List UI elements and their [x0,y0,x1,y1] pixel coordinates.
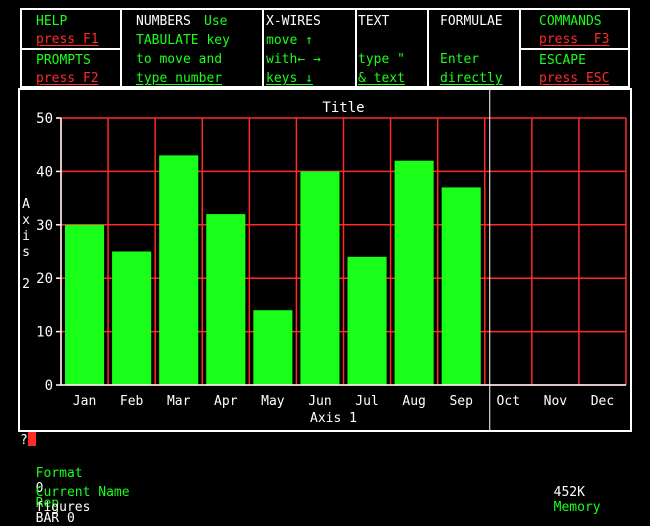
xwires-line-1: move ↑ [266,33,313,48]
x-tick-label: Oct [497,394,520,409]
prompts-heading: PROMPTS [36,53,91,68]
y-axis-label-char: x [22,213,30,228]
x-tick-label: Jan [73,394,96,409]
text-line-1: type " [358,52,405,67]
chart-title: Title [322,100,364,116]
numbers-line-1: TABULATE key [136,33,230,48]
text-heading: TEXT [358,14,390,29]
y-tick-label: 30 [36,218,53,234]
x-tick-label: May [261,394,285,409]
bar-mar [159,155,199,385]
formulae-heading: FORMULAE [440,14,503,29]
numbers-line-2: to move and [136,52,223,67]
x-axis-label: Axis 1 [310,411,357,426]
prompts-key-hint[interactable]: press F2 [36,69,99,88]
escape-heading: ESCAPE [539,53,586,68]
bar-jan [65,224,105,385]
numbers-line-3: type number [136,71,223,86]
x-tick-label: Aug [402,394,425,409]
xwires-heading: X-WIRES [266,14,321,29]
formulae-line-2: directly [440,71,503,86]
memory-status: 452K Memory [538,470,601,515]
current-name-label: Current Name [35,485,130,500]
x-tick-label: Dec [591,394,614,409]
xwires-line-2: with← → [266,52,321,67]
y-tick-label: 20 [36,271,53,287]
memory-label: Memory [553,500,601,515]
bar-jun [300,171,340,385]
formulae-line-1: Enter [440,52,480,67]
bar-may [253,310,293,385]
y-axis-label-char: i [22,229,30,244]
xwires-line-3: keys ↓ [266,71,313,86]
bar-apr [206,214,246,385]
bar-sep [441,187,481,385]
text-line-2: & text [358,71,405,86]
y-tick-label: 40 [36,164,53,180]
help-panel: HELP press F1 PROMPTS press F2 NUMBERS U… [20,8,630,88]
numbers-use: Use [204,14,228,29]
y-tick-label: 50 [36,111,53,127]
numbers-heading: NUMBERS [136,14,191,29]
help-key-hint[interactable]: press F1 [36,30,99,49]
y-axis-label-char: 2 [22,277,30,292]
x-tick-label: Feb [120,394,144,409]
help-heading: HELP [36,14,68,29]
commands-key-hint[interactable]: press F3 [539,30,609,49]
x-tick-label: Jul [355,394,378,409]
y-axis-label-char: A [22,197,30,212]
current-name-value: figures [35,500,91,515]
prompt-symbol: ? [20,433,28,448]
x-tick-label: Nov [544,394,568,409]
x-tick-label: Mar [167,394,191,409]
x-tick-label: Sep [449,394,473,409]
y-axis-label-char: s [22,245,30,260]
memory-value: 452K [553,485,585,500]
commands-heading: COMMANDS [539,14,602,29]
bar-feb [112,251,152,385]
x-tick-label: Apr [214,394,238,409]
current-name-line: Current Name figures [20,470,130,515]
x-tick-label: Jun [308,394,331,409]
bar-jul [347,256,387,385]
escape-key-hint[interactable]: press ESC [539,69,609,88]
text-cursor [27,432,36,446]
bar-aug [394,160,434,385]
y-tick-label: 0 [45,378,53,394]
command-prompt[interactable]: ? [20,432,36,448]
y-tick-label: 10 [36,325,53,341]
bar-chart[interactable]: Title 0 10 20 30 40 50 Axis 2 Jan Feb Mar Apr May Jun… [18,88,632,432]
